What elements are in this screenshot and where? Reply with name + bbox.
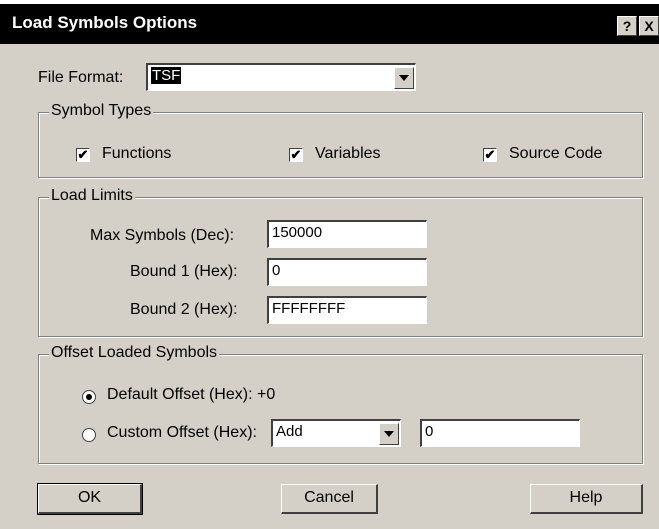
offset-operation-value: Add — [276, 423, 303, 440]
max-symbols-label: Max Symbols (Dec): — [90, 227, 235, 244]
file-format-label: File Format: — [38, 69, 124, 86]
help-button[interactable]: Help — [530, 484, 643, 514]
custom-offset-radio[interactable] — [82, 428, 96, 442]
close-title-button[interactable]: X — [639, 16, 659, 36]
load-symbols-dialog: Load Symbols Options ? X File Format: TS… — [0, 4, 659, 529]
radio-selected-dot — [86, 394, 92, 400]
custom-offset-label: Custom Offset (Hex): — [107, 424, 257, 441]
bound1-label: Bound 1 (Hex): — [130, 263, 238, 280]
symbol-types-legend: Symbol Types — [49, 102, 154, 120]
cancel-button[interactable]: Cancel — [281, 484, 378, 514]
file-format-dropdown[interactable]: TSF — [146, 63, 416, 91]
window-title: Load Symbols Options — [12, 13, 198, 32]
default-offset-radio[interactable] — [82, 390, 96, 404]
variables-checkbox[interactable]: ✔ — [289, 148, 303, 162]
max-symbols-input[interactable]: 150000 — [267, 220, 427, 248]
bound1-input[interactable]: 0 — [267, 258, 427, 286]
chevron-down-icon[interactable] — [379, 423, 399, 445]
source-code-label: Source Code — [509, 145, 603, 162]
source-code-checkbox[interactable]: ✔ — [483, 148, 497, 162]
chevron-down-icon[interactable] — [394, 67, 414, 89]
load-limits-legend: Load Limits — [49, 187, 135, 205]
variables-label: Variables — [315, 145, 381, 162]
ok-button[interactable]: OK — [37, 483, 143, 515]
default-offset-label: Default Offset (Hex): +0 — [107, 386, 276, 403]
bound2-label: Bound 2 (Hex): — [130, 301, 238, 318]
bound2-input[interactable]: FFFFFFFF — [267, 296, 427, 324]
offset-operation-dropdown[interactable]: Add — [271, 419, 401, 447]
help-title-button[interactable]: ? — [617, 16, 637, 36]
file-format-value: TSF — [151, 67, 182, 84]
offset-group: Offset Loaded Symbols — [38, 344, 643, 464]
custom-offset-input[interactable]: 0 — [420, 419, 580, 447]
functions-label: Functions — [102, 145, 172, 162]
title-bar: Load Symbols Options ? X — [0, 4, 659, 44]
offset-legend: Offset Loaded Symbols — [49, 344, 220, 362]
functions-checkbox[interactable]: ✔ — [76, 148, 90, 162]
